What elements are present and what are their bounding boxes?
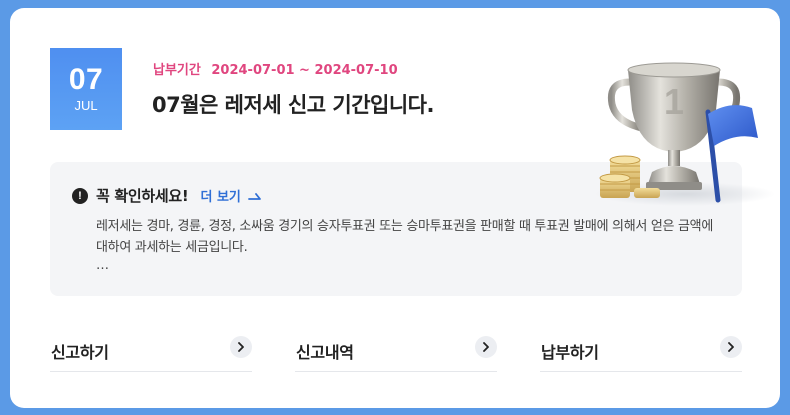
page-title: 07월은 레저세 신고 기간입니다.: [152, 93, 434, 117]
tax-period-card: 07 JUL 납부기간 2024-07-01 ~ 2024-07-10 07월은…: [10, 8, 780, 408]
svg-text:1: 1: [664, 81, 684, 122]
date-badge-day: 07: [68, 63, 104, 96]
chevron-right-icon[interactable]: [720, 336, 742, 358]
action-payment[interactable]: 납부하기: [540, 333, 742, 372]
more-link[interactable]: 더 보기: [200, 186, 261, 205]
date-badge: 07 JUL: [50, 48, 122, 130]
notice-title-row: ! 꼭 확인하세요! 더 보기: [72, 185, 262, 206]
action-report-label: 신고하기: [51, 343, 109, 362]
action-history-label: 신고내역: [296, 343, 354, 362]
more-link-label: 더 보기: [200, 190, 241, 205]
notice-body: 레저세는 경마, 경륜, 경정, 소싸움 경기의 승자투표권 또는 승마투표권을…: [96, 219, 714, 255]
chevron-right-icon[interactable]: [475, 336, 497, 358]
notice-ellipsis: …: [96, 258, 109, 273]
alert-icon: !: [72, 187, 88, 204]
arrow-right-icon: [247, 192, 261, 200]
notice-title: 꼭 확인하세요!: [96, 187, 189, 205]
payment-period-label: 납부기간: [153, 63, 201, 78]
action-report[interactable]: 신고하기: [50, 333, 252, 372]
action-links: 신고하기 신고내역 납부하기: [50, 333, 742, 373]
payment-period-dates: 2024-07-01 ~ 2024-07-10: [211, 63, 398, 78]
payment-period: 납부기간 2024-07-01 ~ 2024-07-10: [153, 59, 398, 78]
trophy-illustration: 1: [595, 62, 775, 206]
chevron-right-icon[interactable]: [230, 336, 252, 358]
action-history[interactable]: 신고내역: [295, 333, 497, 372]
action-payment-label: 납부하기: [541, 343, 599, 362]
date-badge-month: JUL: [74, 98, 98, 113]
